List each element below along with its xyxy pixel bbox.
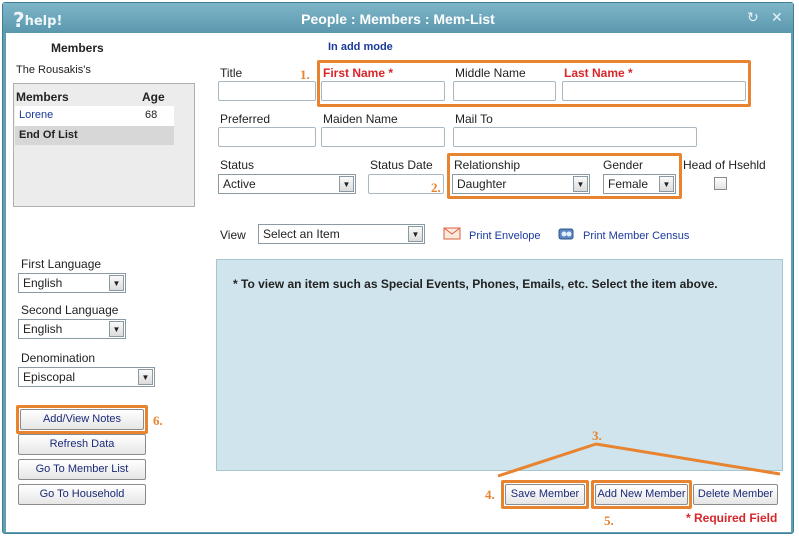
head-of-household-checkbox[interactable] [714,177,727,190]
second-language-label: Second Language [21,303,119,317]
annotation-2: 2. [431,180,441,195]
gender-select[interactable]: Female ▼ [603,174,676,194]
mail-to-label: Mail To [455,112,493,126]
view-value: Select an Item [263,227,340,241]
members-heading: Members [51,41,104,55]
envelope-icon[interactable] [443,227,461,240]
last-name-label: Last Name * [564,66,633,80]
close-icon[interactable]: ✕ [771,9,783,26]
title-field[interactable] [218,81,316,101]
annotation-6: 6. [153,413,163,428]
chevron-down-icon: ▼ [408,226,423,242]
refresh-data-button[interactable]: Refresh Data [18,434,146,455]
status-select[interactable]: Active ▼ [218,174,356,194]
annotation-5: 5. [604,513,614,528]
middle-name-field[interactable] [453,81,556,101]
chevron-down-icon: ▼ [109,321,124,337]
annotation-1: 1. [300,67,310,82]
status-date-label: Status Date [370,158,433,172]
app-window: ?help! People : Members : Mem-List ↻ ✕ M… [2,2,794,534]
household-name: The Rousakis's [16,64,91,76]
member-name: Lorene [19,109,54,121]
last-name-field[interactable] [562,81,746,101]
middle-name-label: Middle Name [455,66,526,80]
chevron-down-icon: ▼ [109,275,124,291]
denomination-label: Denomination [21,351,96,365]
census-icon[interactable] [558,226,574,241]
age-column-header: Age [142,90,165,104]
highlight-box-6 [16,405,148,434]
print-envelope-link[interactable]: Print Envelope [469,230,541,242]
highlight-box-5 [591,480,692,509]
denomination-value: Episcopal [23,370,76,384]
members-list: Members Age Lorene 68 End Of List [13,83,195,207]
second-language-select[interactable]: English ▼ [18,319,126,339]
first-language-select[interactable]: English ▼ [18,273,126,293]
maiden-name-label: Maiden Name [323,112,398,126]
view-label: View [220,228,246,242]
end-of-list-label: End Of List [19,129,78,141]
first-language-value: English [23,276,63,290]
main-content: Members The Rousakis's Members Age Loren… [6,33,791,532]
preferred-field[interactable] [218,127,316,147]
annotation-3: 3. [592,428,602,443]
member-age: 68 [145,109,158,121]
chevron-down-icon: ▼ [573,176,588,192]
delete-member-button[interactable]: Delete Member [693,484,778,505]
chevron-down-icon: ▼ [659,176,674,192]
required-field-note: * Required Field [686,511,778,525]
chevron-down-icon: ▼ [339,176,354,192]
go-to-member-list-button[interactable]: Go To Member List [18,459,146,480]
head-of-household-label: Head of Hsehld [683,158,766,172]
gender-label: Gender [603,158,644,172]
annotation-3-pointer [497,442,781,478]
go-to-household-button[interactable]: Go To Household [18,484,146,505]
chevron-down-icon: ▼ [138,369,153,385]
gender-value: Female [608,177,649,191]
denomination-select[interactable]: Episcopal ▼ [18,367,155,387]
relationship-select[interactable]: Daughter ▼ [452,174,590,194]
title-bar: ?help! People : Members : Mem-List ↻ ✕ [3,3,793,33]
print-member-census-link[interactable]: Print Member Census [583,230,689,242]
first-name-field[interactable] [321,81,445,101]
highlight-box-4 [501,480,589,509]
info-text: * To view an item such as Special Events… [233,277,718,291]
view-select[interactable]: Select an Item ▼ [258,224,425,244]
mail-to-field[interactable] [453,127,697,147]
relationship-value: Daughter [457,177,507,191]
preferred-label: Preferred [220,112,271,126]
relationship-label: Relationship [454,158,521,172]
first-language-label: First Language [21,257,102,271]
members-column-header: Members [16,90,69,104]
refresh-icon[interactable]: ↻ [747,9,759,26]
second-language-value: English [23,322,63,336]
first-name-label: First Name * [323,66,394,80]
status-value: Active [223,177,256,191]
window-title: People : Members : Mem-List [301,11,495,27]
annotation-4: 4. [485,487,495,502]
list-item[interactable]: Lorene 68 [15,106,174,126]
mode-indicator: In add mode [328,41,393,53]
status-label: Status [220,158,255,172]
maiden-name-field[interactable] [321,127,445,147]
title-label: Title [220,66,243,80]
end-of-list-row: End Of List [15,126,174,145]
